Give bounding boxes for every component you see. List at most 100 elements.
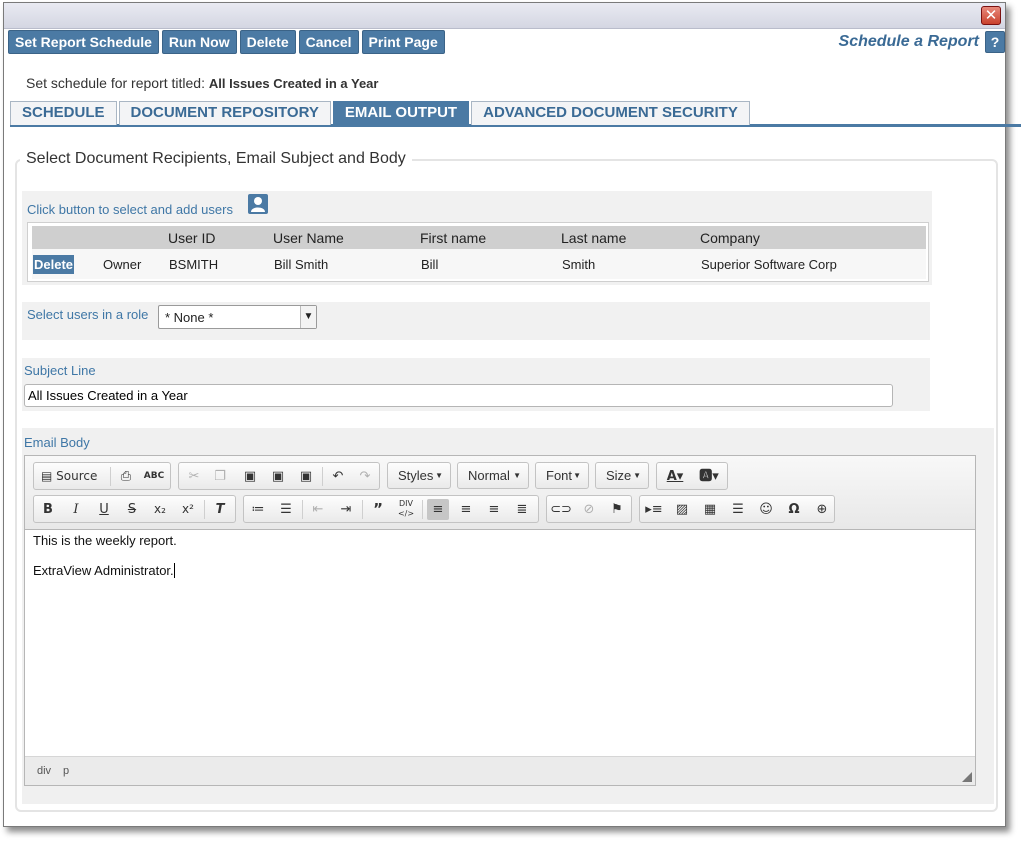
strikethrough-icon[interactable]: S	[121, 499, 143, 520]
underline-icon[interactable]: U	[93, 499, 115, 520]
report-title-prefix: Set schedule for report titled:	[26, 75, 205, 91]
format-label: Normal	[468, 468, 510, 483]
redo-icon: ↷	[359, 469, 371, 484]
add-users-hint: Click button to select and add users	[27, 202, 233, 217]
div-container-icon[interactable]: DIV </>	[395, 499, 417, 520]
size-dropdown[interactable]: Size ▼	[595, 462, 649, 489]
column-header-user-id: User ID	[168, 226, 273, 249]
role-select-value: * None *	[165, 310, 214, 325]
delete-user-link[interactable]: Delete	[33, 254, 75, 274]
anchor-flag-icon[interactable]: ⚑	[606, 499, 628, 520]
role-label: Select users in a role	[27, 307, 149, 322]
special-character-icon[interactable]: Ω	[783, 499, 805, 520]
link-icon[interactable]: ⊂⊃	[550, 499, 572, 520]
delete-button[interactable]: Delete	[239, 30, 296, 54]
element-path-div[interactable]: div	[37, 765, 51, 777]
first-name-cell: Bill	[420, 249, 561, 279]
bulleted-list-icon[interactable]: ☰	[275, 499, 297, 520]
tab-advanced-document-security[interactable]: ADVANCED DOCUMENT SECURITY	[471, 101, 750, 125]
close-window-button[interactable]: ✕	[981, 6, 1001, 25]
separator	[322, 467, 323, 486]
tab-schedule[interactable]: SCHEDULE	[10, 101, 117, 125]
align-left-icon[interactable]: ≡	[427, 499, 449, 520]
resize-handle[interactable]	[962, 772, 972, 782]
element-path-p[interactable]: p	[63, 765, 69, 777]
action-toolbar: Set Report Schedule Run Now Delete Cance…	[8, 30, 448, 54]
smiley-icon[interactable]: ☺	[755, 499, 777, 520]
table-icon[interactable]: ▦	[699, 499, 721, 520]
tab-email-output[interactable]: EMAIL OUTPUT	[332, 101, 470, 125]
styles-dropdown[interactable]: Styles ▼	[387, 462, 451, 489]
add-user-icon	[251, 197, 265, 212]
subscript-icon[interactable]: x₂	[149, 499, 171, 520]
body-paragraph-text: ExtraView Administrator.	[33, 563, 174, 578]
window-titlebar: ✕	[4, 3, 1005, 29]
styles-label: Styles	[398, 468, 434, 483]
help-button[interactable]: ?	[985, 31, 1005, 53]
role-cell: Owner	[102, 249, 168, 279]
print-icon[interactable]: ⎙	[115, 466, 137, 487]
caret-down-icon: ▼	[633, 471, 641, 480]
copy-icon: ❐	[214, 469, 226, 484]
rich-text-editor: ▤ Source ⎙ ABC ✂ ❐ ▣ ▣ ▣ ↶ ↷ Styles ▼ Nor…	[24, 455, 976, 786]
tab-document-repository[interactable]: DOCUMENT REPOSITORY	[118, 101, 331, 125]
column-header-user-name: User Name	[273, 226, 420, 249]
blockquote-icon[interactable]: ”	[367, 499, 389, 520]
run-now-button[interactable]: Run Now	[161, 30, 237, 54]
image-icon[interactable]: ▨	[671, 499, 693, 520]
superscript-icon[interactable]: x²	[177, 499, 199, 520]
background-color-icon[interactable]: 🅰▾	[695, 466, 723, 487]
column-header	[102, 226, 168, 249]
user-name-cell: Bill Smith	[273, 249, 420, 279]
insert-tool-group: ▸≡ ▨ ▦ ☰ ☺ Ω ⊕	[639, 495, 835, 523]
users-panel: Click button to select and add users Use…	[22, 191, 932, 285]
column-header-company: Company	[700, 226, 926, 249]
column-header	[32, 226, 102, 249]
set-report-schedule-button[interactable]: Set Report Schedule	[8, 30, 159, 54]
horizontal-line-icon[interactable]: ☰	[727, 499, 749, 520]
numbered-list-icon[interactable]: ≔	[247, 499, 269, 520]
remove-format-icon[interactable]: T	[209, 499, 231, 520]
body-paragraph: ExtraView Administrator.	[33, 563, 967, 578]
separator	[204, 500, 205, 519]
paragraph-tool-group: ≔ ☰ ⇤ ⇥ ” DIV </> ≡ ≡ ≡ ≣	[243, 495, 539, 523]
text-color-icon[interactable]: A▾	[661, 466, 689, 487]
editor-content-area[interactable]: This is the weekly report. ExtraView Adm…	[25, 531, 975, 756]
indent-icon[interactable]: ⇥	[335, 499, 357, 520]
bold-icon[interactable]: B	[37, 499, 59, 520]
cut-icon: ✂	[188, 469, 200, 484]
italic-icon[interactable]: I	[65, 499, 87, 520]
caret-down-icon: ▼	[435, 471, 443, 480]
separator	[422, 500, 423, 519]
page-title: Schedule a Report	[838, 33, 979, 50]
row-action-cell: Delete	[32, 249, 102, 279]
justify-icon[interactable]: ≣	[511, 499, 533, 520]
subject-input[interactable]	[24, 384, 893, 407]
add-user-button[interactable]	[248, 194, 268, 214]
role-select[interactable]: * None * ▼	[158, 305, 317, 329]
caret-down-icon: ▼	[513, 471, 521, 480]
undo-icon[interactable]: ↶	[327, 466, 349, 487]
paste-text-icon[interactable]: ▣	[267, 466, 289, 487]
format-dropdown[interactable]: Normal ▼	[457, 462, 529, 489]
users-table-header: User ID User Name First name Last name C…	[32, 226, 926, 249]
cancel-button[interactable]: Cancel	[298, 30, 359, 54]
align-right-icon[interactable]: ≡	[483, 499, 505, 520]
align-center-icon[interactable]: ≡	[455, 499, 477, 520]
font-dropdown[interactable]: Font ▼	[535, 462, 589, 489]
paste-word-icon[interactable]: ▣	[295, 466, 317, 487]
fieldset-legend: Select Document Recipients, Email Subjec…	[20, 150, 412, 168]
create-placeholder-icon[interactable]: ▸≡	[643, 499, 665, 520]
caret-down-icon: ▼	[573, 471, 581, 480]
clipboard-tool-group: ✂ ❐ ▣ ▣ ▣ ↶ ↷	[178, 462, 380, 490]
iframe-globe-icon[interactable]: ⊕	[811, 499, 833, 520]
basic-styles-group: B I U S x₂ x² T	[33, 495, 236, 523]
last-name-cell: Smith	[561, 249, 700, 279]
source-button[interactable]: ▤ Source	[37, 466, 105, 487]
editor-toolbar: ▤ Source ⎙ ABC ✂ ❐ ▣ ▣ ▣ ↶ ↷ Styles ▼ Nor…	[25, 456, 975, 530]
print-page-button[interactable]: Print Page	[361, 30, 445, 54]
tab-bar: SCHEDULE DOCUMENT REPOSITORY EMAIL OUTPU…	[10, 101, 1021, 127]
size-label: Size	[606, 468, 632, 483]
spellcheck-icon[interactable]: ABC	[143, 466, 165, 487]
paste-icon[interactable]: ▣	[239, 466, 261, 487]
